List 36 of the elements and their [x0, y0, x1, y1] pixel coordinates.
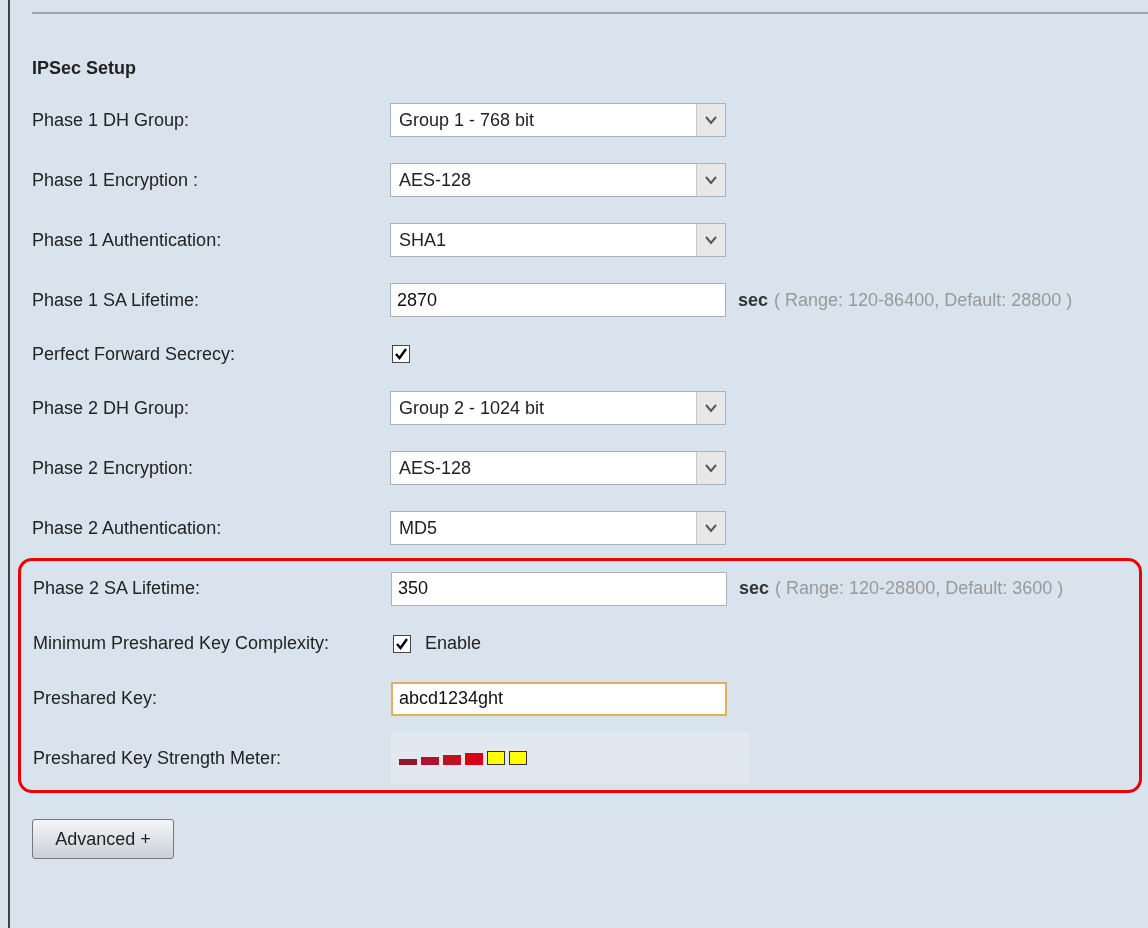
- dropdown[interactable]: AES-128: [390, 163, 726, 197]
- field-label: Phase 1 DH Group:: [31, 109, 191, 131]
- chevron-down-icon: [705, 175, 717, 185]
- checkbox[interactable]: [392, 345, 410, 363]
- dropdown[interactable]: Group 1 - 768 bit: [390, 103, 726, 137]
- checkbox[interactable]: [393, 634, 411, 653]
- chevron-down-icon: [705, 463, 717, 473]
- unit-label: sec: [739, 578, 770, 599]
- section-title: IPSec Setup: [32, 58, 138, 80]
- checkbox-label: Enable: [425, 633, 482, 654]
- field-label: Phase 1 Authentication:: [31, 229, 223, 251]
- field-label: Phase 2 Encryption:: [31, 457, 195, 479]
- dropdown[interactable]: AES-128: [390, 451, 726, 485]
- unit-label: sec: [738, 289, 769, 311]
- dropdown[interactable]: MD5: [390, 511, 726, 545]
- chevron-down-icon: [705, 403, 717, 413]
- dropdown[interactable]: SHA1: [390, 223, 726, 257]
- chevron-down-icon: [705, 235, 717, 245]
- field-label: Phase 1 Encryption :: [31, 169, 200, 191]
- field-label: Preshared Key Strength Meter:: [32, 747, 283, 769]
- field-label: Phase 2 SA Lifetime:: [32, 578, 202, 599]
- range-hint: ( Range: 120-28800, Default: 3600 ): [775, 578, 1064, 599]
- field-label: Perfect Forward Secrecy:: [31, 343, 237, 365]
- dropdown[interactable]: Group 2 - 1024 bit: [390, 391, 726, 425]
- field-label: Preshared Key:: [32, 688, 159, 709]
- text-field[interactable]: abcd1234ght: [391, 681, 727, 716]
- chevron-down-icon: [705, 115, 717, 125]
- chevron-down-icon: [705, 523, 717, 533]
- text-field[interactable]: 2870: [390, 283, 726, 317]
- text-field[interactable]: 350: [391, 571, 727, 606]
- advanced-button[interactable]: Advanced +: [32, 819, 174, 859]
- field-label: Phase 1 SA Lifetime:: [31, 289, 201, 311]
- field-label: Phase 2 DH Group:: [31, 397, 191, 419]
- field-label: Phase 2 Authentication:: [31, 517, 223, 539]
- range-hint: ( Range: 120-86400, Default: 28800 ): [774, 289, 1073, 311]
- field-label: Minimum Preshared Key Complexity:: [32, 633, 331, 654]
